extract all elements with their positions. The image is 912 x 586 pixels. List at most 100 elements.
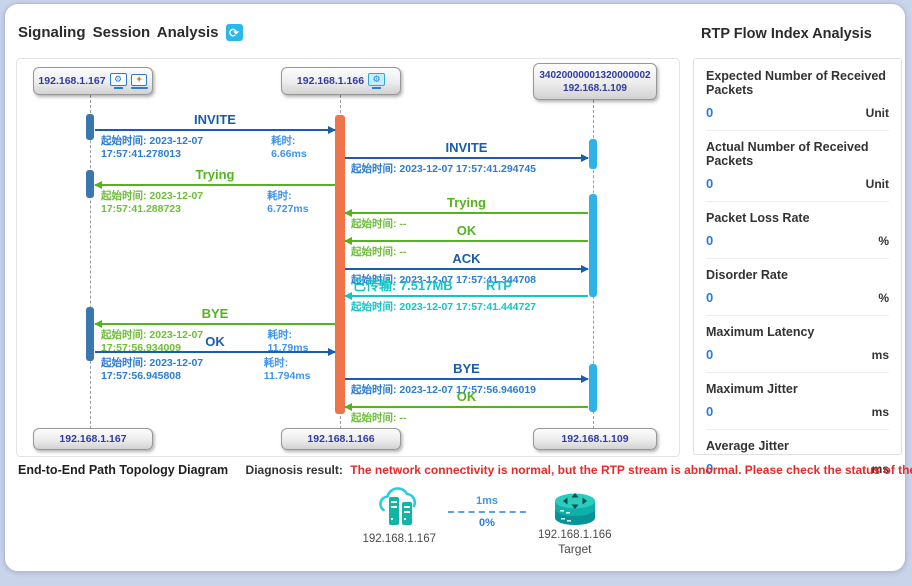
message-label: RTP <box>486 279 512 293</box>
node-top-109[interactable]: 34020000001320000002 192.168.1.109 <box>533 63 657 100</box>
rtp-panel-title: RTP Flow Index Analysis <box>701 26 872 42</box>
topology-link: 1ms 0% <box>446 495 528 529</box>
activation-bar-167-3 <box>86 307 94 361</box>
message-label-row: OK <box>345 224 588 240</box>
node-bottom-109: 192.168.1.109 <box>533 428 657 450</box>
message-label-row: INVITE <box>95 113 335 129</box>
message-elapsed: 耗时: 6.66ms <box>271 133 329 160</box>
metric-value-row: 0Unit <box>706 105 889 120</box>
message-invite-1: INVITE 起始时间: 2023-12-07 17:57:41.294745 <box>345 141 588 176</box>
message-arrow <box>345 268 588 270</box>
link-loss: 0% <box>479 517 495 529</box>
message-trying-2: Trying 起始时间: 2023-12-07 17:57:41.288723耗时… <box>95 168 335 215</box>
message-label-row: ACK <box>345 252 588 268</box>
node-top-109-id: 34020000001320000002 <box>539 69 650 82</box>
message-label-row: BYE <box>345 362 588 378</box>
lifeline-167 <box>90 95 91 429</box>
topology-source-ip: 192.168.1.167 <box>362 533 436 545</box>
metric-unit: Unit <box>866 177 889 191</box>
message-details: 起始时间: 2023-12-07 17:57:41.294745 <box>345 159 588 176</box>
link-latency: 1ms <box>476 495 498 507</box>
activation-bar-109-2 <box>589 194 597 297</box>
arrowhead-icon <box>344 403 352 411</box>
message-arrow <box>95 351 335 353</box>
metric-value-row: 0ms <box>706 404 889 419</box>
metric-expected-number-of-received-packets: Expected Number of Received Packets0Unit <box>706 60 889 131</box>
message-start-time: 起始时间: -- <box>351 410 406 425</box>
node-bottom-166: 192.168.1.166 <box>281 428 401 450</box>
node-top-109-ip: 192.168.1.109 <box>563 82 627 95</box>
message-label-row: OK <box>95 335 335 351</box>
message-start-time: 起始时间: 2023-12-07 17:57:41.444727 <box>351 299 536 314</box>
message-details: 起始时间: 2023-12-07 17:57:41.288723耗时: 6.72… <box>95 186 335 215</box>
message-arrow <box>95 129 335 131</box>
monitor-gear-icon[interactable]: ⚙ <box>110 73 127 89</box>
arrowhead-icon <box>581 265 589 273</box>
metric-label: Actual Number of Received Packets <box>706 140 889 168</box>
message-arrow <box>345 378 588 380</box>
message-start-time: 起始时间: 2023-12-07 17:57:56.945808 <box>101 355 264 382</box>
message-details: 起始时间: 2023-12-07 17:57:41.278013耗时: 6.66… <box>95 131 335 160</box>
node-top-167[interactable]: 192.168.1.167 ⚙ + <box>33 67 153 95</box>
message-label-row: Trying <box>345 196 588 212</box>
laptop-diagnostic-icon[interactable]: + <box>131 74 148 89</box>
metric-label: Maximum Latency <box>706 325 889 339</box>
message-arrow <box>345 240 588 242</box>
arrowhead-icon <box>581 375 589 383</box>
message-arrow <box>345 157 588 159</box>
message-label-row: INVITE <box>345 141 588 157</box>
message-arrow <box>345 406 588 408</box>
metric-value-row: 0% <box>706 233 889 248</box>
arrowhead-icon <box>344 292 352 300</box>
message-ok-8: OK 起始时间: 2023-12-07 17:57:56.945808耗时: 11… <box>95 335 335 382</box>
message-label-row: Trying <box>95 168 335 184</box>
topology-title: End-to-End Path Topology Diagram <box>18 463 228 477</box>
topology-node-source[interactable]: 192.168.1.167 <box>362 485 436 545</box>
metric-value-row: 0% <box>706 290 889 305</box>
metric-label: Average Jitter <box>706 439 889 453</box>
metric-maximum-latency: Maximum Latency 0 ms <box>706 316 889 373</box>
arrowhead-icon <box>344 209 352 217</box>
page-title: Signaling Session Analysis ⟳ <box>18 24 243 41</box>
arrowhead-icon <box>94 181 102 189</box>
message-rtp-6: 已传输: 7.517MBRTP 起始时间: 2023-12-07 17:57:41… <box>345 279 588 314</box>
message-start-time: 起始时间: 2023-12-07 17:57:41.294745 <box>351 161 536 176</box>
node-bottom-167-label: 192.168.1.167 <box>59 433 126 445</box>
arrowhead-icon <box>94 320 102 328</box>
message-elapsed: 耗时: 6.727ms <box>267 188 329 215</box>
metric-label: Maximum Jitter <box>706 382 889 396</box>
metric-value: 0 <box>706 290 713 305</box>
refresh-icon[interactable]: ⟳ <box>226 24 243 41</box>
message-label-row: OK <box>345 390 588 406</box>
message-details: 起始时间: 2023-12-07 17:57:56.945808耗时: 11.7… <box>95 353 335 382</box>
arrowhead-icon <box>328 348 336 356</box>
metric-actual-number-of-received-packets: Actual Number of Received Packets 0 Unit <box>706 131 889 202</box>
node-bottom-166-label: 192.168.1.166 <box>307 433 374 445</box>
message-invite-0: INVITE 起始时间: 2023-12-07 17:57:41.278013耗时… <box>95 113 335 160</box>
activation-bar-109-1 <box>589 139 597 169</box>
router-icon <box>550 485 600 527</box>
topology-node-target[interactable]: 192.168.1.166 Target <box>538 485 612 556</box>
node-top-166-label: 192.168.1.166 <box>297 75 364 87</box>
link-dashed-line <box>448 511 526 513</box>
message-elapsed: 耗时: 11.794ms <box>264 355 329 382</box>
footer-diagnosis-row: End-to-End Path Topology Diagram Diagnos… <box>18 463 898 477</box>
diagnosis-text: The network connectivity is normal, but … <box>350 463 912 477</box>
message-label-row: 已传输: 7.517MBRTP <box>345 279 588 295</box>
rtp-metrics-panel: Expected Number of Received Packets0Unit… <box>693 58 902 455</box>
message-start-time: 起始时间: 2023-12-07 17:57:41.288723 <box>101 188 267 215</box>
node-bottom-109-label: 192.168.1.109 <box>561 433 628 445</box>
node-top-166[interactable]: 192.168.1.166 ⚙ <box>281 67 401 95</box>
metric-value: 0 <box>706 404 713 419</box>
arrowhead-icon <box>581 154 589 162</box>
metric-value: 0 <box>706 347 713 362</box>
activation-bar-166 <box>335 115 345 414</box>
message-arrow <box>95 184 335 186</box>
message-arrow <box>345 212 588 214</box>
arrowhead-icon <box>344 237 352 245</box>
node-bottom-167: 192.168.1.167 <box>33 428 153 450</box>
metric-unit: ms <box>872 348 889 362</box>
monitor-gear-icon-active[interactable]: ⚙ <box>368 73 385 89</box>
message-label-row: BYE <box>95 307 335 323</box>
metric-value: 0 <box>706 176 713 191</box>
